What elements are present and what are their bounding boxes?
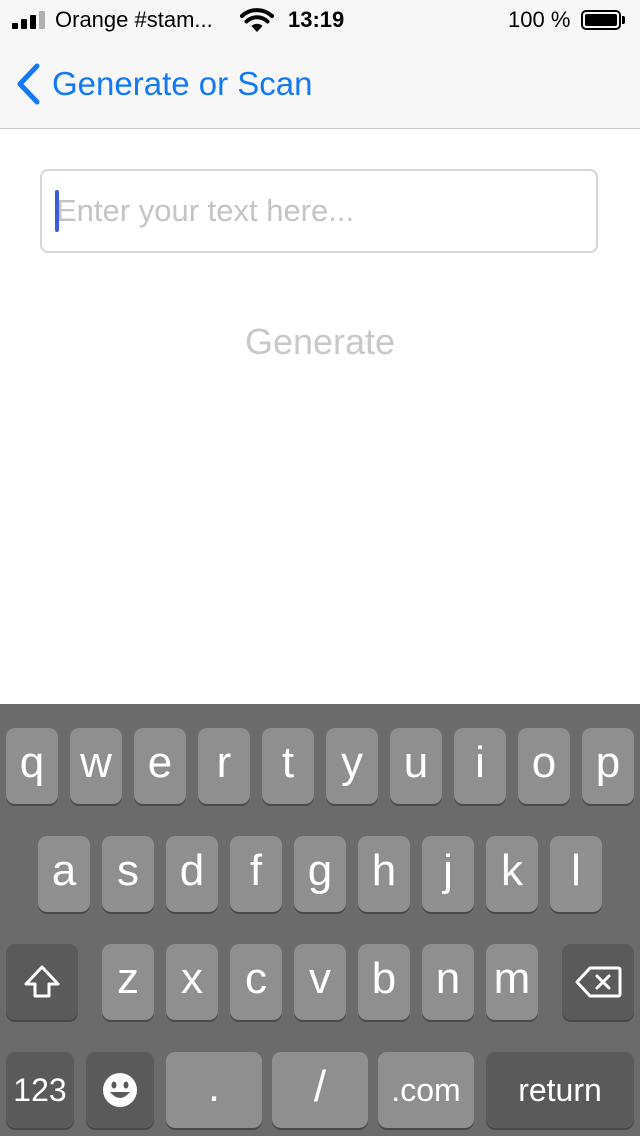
key-j[interactable]: j	[422, 836, 474, 912]
key-u[interactable]: u	[390, 728, 442, 804]
cellular-signal-icon	[12, 11, 48, 29]
key-v[interactable]: v	[294, 944, 346, 1020]
emoji-icon	[103, 1073, 137, 1107]
key-z[interactable]: z	[102, 944, 154, 1020]
status-bar: Orange #stam... 13:19 100 %	[0, 0, 640, 40]
key-c[interactable]: c	[230, 944, 282, 1020]
slash-key[interactable]: /	[272, 1052, 368, 1128]
key-o[interactable]: o	[518, 728, 570, 804]
shift-key[interactable]	[6, 944, 78, 1020]
return-key[interactable]: return	[486, 1052, 634, 1128]
text-input-container	[40, 169, 598, 253]
key-h[interactable]: h	[358, 836, 410, 912]
key-x[interactable]: x	[166, 944, 218, 1020]
text-input[interactable]	[54, 171, 586, 251]
key-f[interactable]: f	[230, 836, 282, 912]
back-button[interactable]: Generate or Scan	[14, 60, 313, 108]
carrier-name: Orange #stam...	[55, 7, 213, 32]
battery-percentage: 100 %	[508, 7, 571, 32]
numbers-key[interactable]: 123	[6, 1052, 74, 1128]
key-k[interactable]: k	[486, 836, 538, 912]
key-n[interactable]: n	[422, 944, 474, 1020]
back-button-label: Generate or Scan	[52, 65, 313, 102]
key-g[interactable]: g	[294, 836, 346, 912]
emoji-key[interactable]	[86, 1052, 154, 1128]
key-d[interactable]: d	[166, 836, 218, 912]
generate-button[interactable]: Generate	[160, 315, 480, 369]
key-e[interactable]: e	[134, 728, 186, 804]
text-cursor	[55, 190, 59, 232]
period-key[interactable]: .	[166, 1052, 262, 1128]
key-s[interactable]: s	[102, 836, 154, 912]
backspace-icon	[575, 966, 622, 998]
key-p[interactable]: p	[582, 728, 634, 804]
shift-icon	[24, 965, 60, 998]
chevron-left-icon	[17, 63, 40, 105]
key-q[interactable]: q	[6, 728, 58, 804]
clock: 13:19	[288, 7, 345, 32]
key-t[interactable]: t	[262, 728, 314, 804]
keyboard: q w e r t y u i o p a s d f g h j k l z …	[0, 704, 640, 1136]
key-i[interactable]: i	[454, 728, 506, 804]
backspace-key[interactable]	[562, 944, 634, 1020]
navigation-bar: Generate or Scan	[0, 40, 640, 129]
battery-icon	[581, 10, 625, 30]
dotcom-key[interactable]: .com	[378, 1052, 474, 1128]
key-a[interactable]: a	[38, 836, 90, 912]
key-m[interactable]: m	[486, 944, 538, 1020]
key-l[interactable]: l	[550, 836, 602, 912]
key-b[interactable]: b	[358, 944, 410, 1020]
key-w[interactable]: w	[70, 728, 122, 804]
key-r[interactable]: r	[198, 728, 250, 804]
key-y[interactable]: y	[326, 728, 378, 804]
wifi-icon	[240, 8, 274, 32]
